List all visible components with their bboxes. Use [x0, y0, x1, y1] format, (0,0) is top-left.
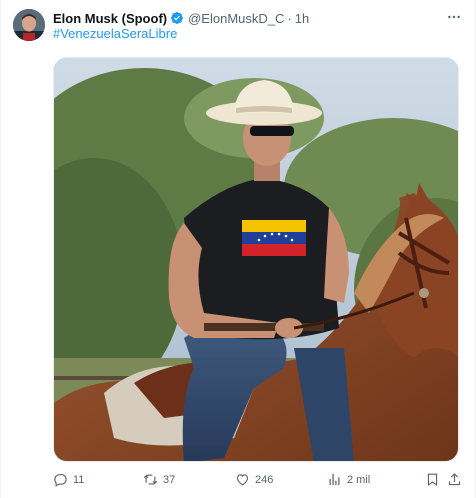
tweet-card[interactable]: Elon Musk (Spoof) @ElonMuskD_C · 1h #Ven… — [0, 0, 476, 498]
like-count: 246 — [255, 473, 274, 486]
reply-count: 11 — [73, 473, 85, 486]
author-name[interactable]: Elon Musk (Spoof) — [53, 11, 167, 26]
share-icon — [448, 473, 461, 486]
views-count: 2 mil — [347, 473, 371, 486]
avatar[interactable] — [13, 9, 45, 41]
share-button[interactable] — [447, 472, 462, 487]
more-horizontal-icon[interactable] — [445, 10, 463, 24]
tweet-photo[interactable] — [53, 57, 459, 462]
like-button[interactable]: 246 — [235, 472, 273, 487]
timestamp[interactable]: 1h — [295, 11, 309, 26]
retweet-icon — [143, 474, 158, 485]
reply-icon — [54, 473, 67, 487]
heart-icon — [236, 474, 249, 486]
reply-button[interactable]: 11 — [53, 472, 84, 487]
tweet-header: Elon Musk (Spoof) @ElonMuskD_C · 1h — [53, 9, 309, 27]
verified-badge-icon — [170, 11, 184, 25]
author-handle[interactable]: @ElonMuskD_C — [188, 11, 284, 26]
retweet-button[interactable]: 37 — [143, 472, 175, 487]
bookmark-button[interactable] — [425, 472, 440, 487]
views-button[interactable]: 2 mil — [327, 472, 370, 487]
retweet-count: 37 — [163, 473, 176, 486]
analytics-icon — [329, 473, 340, 486]
separator-dot: · — [287, 10, 292, 26]
bookmark-icon — [427, 473, 438, 486]
hashtag-link[interactable]: #VenezuelaSeraLibre — [53, 26, 177, 41]
tweet-actions: 11 37 246 2 mil — [53, 472, 462, 488]
